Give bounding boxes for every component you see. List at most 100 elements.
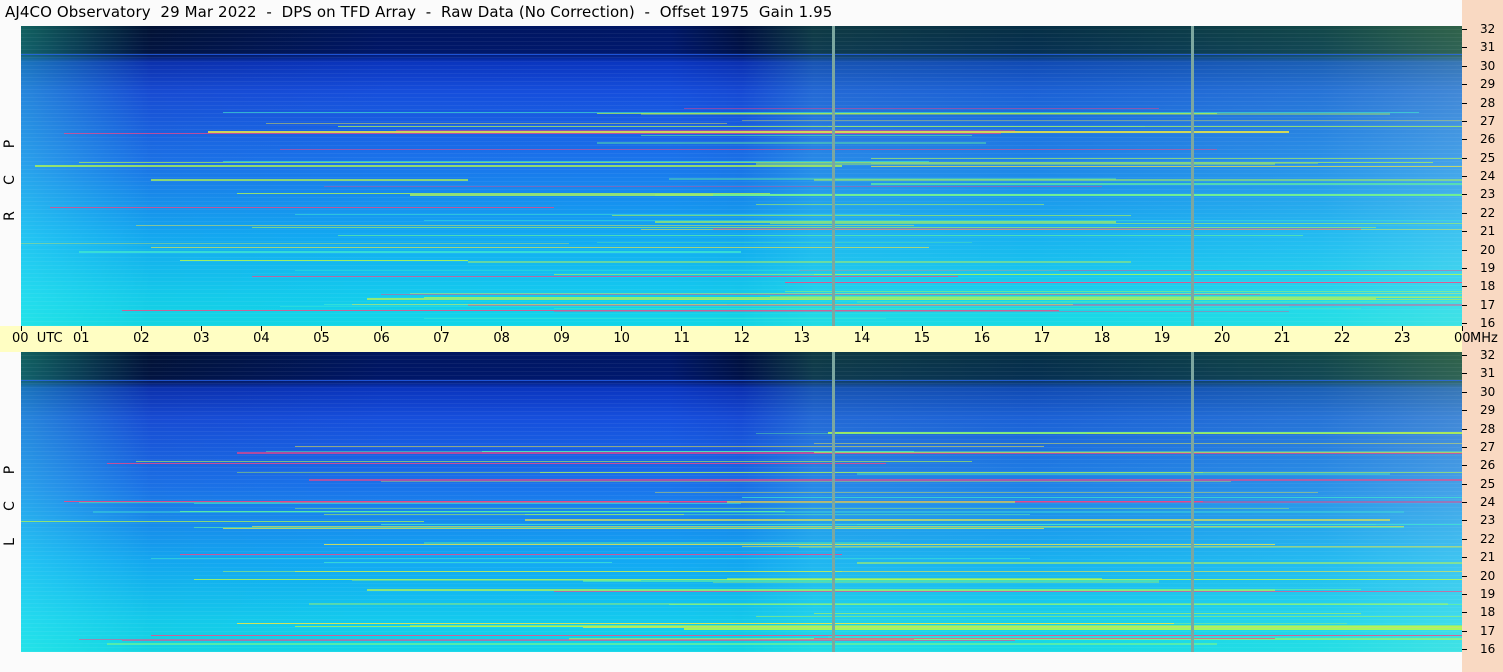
interference-line <box>208 131 1290 133</box>
frequency-tick <box>1462 65 1467 67</box>
frequency-tick-label: 17 <box>1480 623 1496 638</box>
interference-line <box>237 623 1174 624</box>
frequency-tick-label: 28 <box>1480 95 1496 110</box>
frequency-tick-label: 24 <box>1480 495 1496 509</box>
frequency-tick-label: 31 <box>1480 366 1496 381</box>
interference-line <box>813 179 1462 181</box>
frequency-tick <box>1462 120 1467 122</box>
frequency-tick <box>1462 267 1467 269</box>
interference-line <box>712 228 1362 230</box>
interference-line <box>150 247 929 248</box>
frequency-tick <box>1462 446 1467 448</box>
interference-line <box>294 508 1290 509</box>
interference-line <box>251 276 958 277</box>
time-tick-label: 17 <box>1033 331 1051 346</box>
interference-line <box>150 179 468 181</box>
interference-line <box>813 443 1462 444</box>
interference-line <box>381 481 1232 482</box>
frequency-tick <box>1462 84 1467 86</box>
interference-line <box>871 158 1462 159</box>
frequency-tick-label: 21 <box>1480 550 1496 565</box>
time-tick-label: 02 <box>133 331 150 346</box>
band-edge <box>21 380 1462 381</box>
frequency-tick-label: 32 <box>1480 22 1496 36</box>
interference-line <box>323 186 1102 187</box>
polarization-letter: P <box>2 139 18 149</box>
time-tick-label: 15 <box>913 331 931 346</box>
interference-line <box>683 628 1462 630</box>
interference-line <box>712 194 1462 196</box>
interference-line <box>597 113 1218 114</box>
interference-line <box>136 461 973 462</box>
interference-line <box>179 260 468 261</box>
time-tick-label: 00 UTC <box>12 331 63 346</box>
polarization-letter: P <box>2 465 18 475</box>
frequency-tick <box>1462 373 1467 375</box>
frequency-tick-label: 19 <box>1480 586 1496 601</box>
interference-line <box>338 126 1462 127</box>
frequency-tick <box>1462 630 1467 632</box>
frequency-tick <box>1462 465 1467 467</box>
interference-line <box>554 311 1290 312</box>
frequency-tick-label: 16 <box>1480 316 1496 330</box>
interference-line <box>683 108 1160 109</box>
frequency-tick-label: 29 <box>1480 403 1496 418</box>
interference-line <box>294 446 1045 447</box>
polarization-letter: C <box>2 501 18 511</box>
frequency-tick-label: 23 <box>1480 187 1496 202</box>
frequency-unit-label: MHz <box>1470 331 1498 346</box>
frequency-tick <box>1462 520 1467 522</box>
frequency-tick <box>1462 212 1467 214</box>
interference-line <box>35 165 843 167</box>
interference-line <box>107 643 1218 645</box>
frequency-tick-label: 24 <box>1480 169 1496 183</box>
frequency-tick-label: 29 <box>1480 77 1496 92</box>
time-tick-label: 16 <box>973 331 991 346</box>
interference-line <box>424 318 886 319</box>
time-tick-label: 21 <box>1273 331 1291 346</box>
frequency-tick-label: 25 <box>1480 476 1496 491</box>
frequency-tick-label: 18 <box>1480 279 1496 294</box>
time-marker-line <box>1191 352 1194 652</box>
polarization-letter: C <box>2 175 18 185</box>
interference-line <box>856 562 1462 564</box>
interference-line <box>799 547 1462 548</box>
frequency-tick-label: 27 <box>1480 113 1496 128</box>
interference-line <box>121 310 1059 311</box>
interference-line <box>755 204 1045 205</box>
interference-line <box>597 142 987 144</box>
time-tick-label: 18 <box>1093 331 1111 346</box>
interference-line <box>741 497 1462 498</box>
interference-line <box>784 282 1462 283</box>
frequency-tick <box>1462 575 1467 577</box>
frequency-tick <box>1462 557 1467 559</box>
interference-line <box>741 120 1462 121</box>
time-marker-line <box>832 26 835 326</box>
time-tick-label: 14 <box>853 331 871 346</box>
frequency-tick-label: 23 <box>1480 513 1496 528</box>
interference-line <box>193 503 742 504</box>
frequency-tick-label: 28 <box>1480 421 1496 436</box>
interference-line <box>121 640 1016 641</box>
interference-line <box>424 297 1462 298</box>
frequency-tick <box>1462 538 1467 540</box>
rcp-spectrogram <box>21 26 1462 326</box>
frequency-tick <box>1462 355 1467 356</box>
interference-line <box>424 542 900 544</box>
time-tick-label: 13 <box>793 331 811 346</box>
interference-line <box>294 626 1462 627</box>
time-tick-label: 03 <box>193 331 210 346</box>
interference-line <box>410 293 1462 294</box>
time-tick-label: 00 <box>1454 331 1471 346</box>
time-tick-label: 07 <box>433 331 450 346</box>
frequency-tick <box>1462 593 1467 595</box>
frequency-tick-label: 27 <box>1480 439 1496 454</box>
time-marker-line <box>1191 26 1194 326</box>
interference-line <box>655 492 1318 493</box>
interference-line <box>78 251 742 253</box>
interference-line <box>813 452 1462 453</box>
interference-line <box>467 261 1131 263</box>
frequency-tick-label: 19 <box>1480 260 1496 275</box>
frequency-tick <box>1462 391 1467 393</box>
interference-line <box>770 223 1462 224</box>
